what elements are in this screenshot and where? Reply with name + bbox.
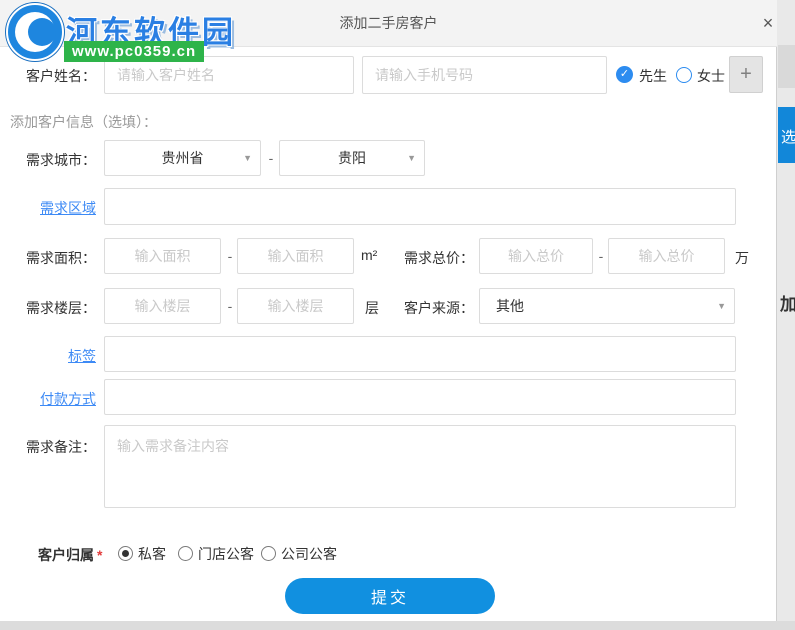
floor-separator: -	[227, 298, 233, 314]
ownership-private-label: 私客	[138, 546, 166, 562]
chevron-down-icon: ▼	[243, 153, 252, 163]
ownership-store-public-label: 门店公客	[198, 546, 254, 562]
check-icon: ✓	[619, 68, 630, 80]
add-more-button[interactable]: +	[729, 56, 763, 93]
area-unit: m²	[361, 247, 378, 263]
price-unit: 万	[735, 250, 749, 266]
price-max-input[interactable]	[608, 238, 725, 274]
tags-input[interactable]	[104, 336, 736, 372]
tags-link[interactable]: 标签	[0, 346, 96, 366]
site-url-watermark: www.pc0359.cn	[64, 41, 205, 62]
required-asterisk: *	[97, 547, 103, 563]
ownership-store-public-radio[interactable]	[178, 546, 193, 561]
customer-ownership-label-text: 客户归属	[38, 547, 94, 563]
customer-source-label: 客户来源：	[404, 300, 474, 316]
ownership-company-public-radio[interactable]	[261, 546, 276, 561]
price-separator: -	[598, 248, 604, 264]
demand-city-label: 需求城市：	[26, 152, 96, 168]
payment-method-link[interactable]: 付款方式	[0, 389, 96, 409]
city-select[interactable]: 贵阳 ▼	[279, 140, 425, 176]
add-secondhand-customer-dialog: 添加二手房客户 × 客户姓名： ✓ 先生 女士 + 添加客户信息（选填）： 需求…	[0, 0, 777, 621]
area-min-input[interactable]	[104, 238, 221, 274]
site-logo-icon	[6, 3, 64, 61]
ownership-company-public-label: 公司公客	[281, 546, 337, 562]
province-value: 贵州省	[161, 150, 204, 166]
demand-price-label: 需求总价：	[404, 250, 474, 266]
gender-male-radio[interactable]: ✓	[616, 66, 633, 83]
customer-ownership-label: 客户归属 *	[38, 545, 102, 565]
demand-remark-textarea[interactable]	[104, 425, 736, 508]
chevron-down-icon: ▼	[717, 301, 726, 311]
floor-min-input[interactable]	[104, 288, 221, 324]
customer-phone-input[interactable]	[362, 56, 607, 94]
customer-source-value: 其他	[496, 298, 524, 314]
background-gray-fragment	[778, 45, 795, 88]
price-min-input[interactable]	[479, 238, 593, 274]
area-max-input[interactable]	[237, 238, 354, 274]
demand-region-link[interactable]: 需求区域	[0, 198, 96, 218]
payment-method-input[interactable]	[104, 379, 736, 415]
city-separator: -	[268, 150, 274, 166]
background-blue-text: 选	[781, 129, 795, 146]
demand-remark-label: 需求备注：	[26, 439, 96, 455]
optional-info-section-label: 添加客户信息（选填）：	[10, 114, 157, 130]
customer-name-label: 客户姓名：	[26, 68, 96, 84]
floor-max-input[interactable]	[237, 288, 354, 324]
gender-male-label: 先生	[639, 68, 667, 84]
close-icon[interactable]: ×	[750, 0, 786, 47]
demand-floor-label: 需求楼层：	[26, 300, 96, 316]
submit-button[interactable]: 提交	[285, 578, 495, 614]
background-bottom-bar	[0, 621, 795, 630]
background-text-fragment: 加	[780, 295, 795, 314]
city-value: 贵阳	[338, 150, 366, 166]
background-blue-button-fragment: 选	[778, 107, 795, 163]
ownership-private-radio[interactable]	[118, 546, 133, 561]
province-select[interactable]: 贵州省 ▼	[104, 140, 261, 176]
add-customer-dialog-page: 选 加 添加二手房客户 × 客户姓名： ✓ 先生 女士 + 添加客户信息（选填）…	[0, 0, 795, 630]
background-page-strip	[778, 0, 795, 630]
demand-area-label: 需求面积：	[26, 250, 96, 266]
gender-female-label: 女士	[697, 68, 725, 84]
floor-unit: 层	[365, 300, 379, 316]
area-separator: -	[227, 248, 233, 264]
site-logo-swirl-inner	[28, 18, 56, 46]
chevron-down-icon: ▼	[407, 153, 416, 163]
gender-female-radio[interactable]	[676, 67, 692, 83]
demand-region-input[interactable]	[104, 188, 736, 225]
customer-source-select[interactable]: 其他 ▼	[479, 288, 735, 324]
